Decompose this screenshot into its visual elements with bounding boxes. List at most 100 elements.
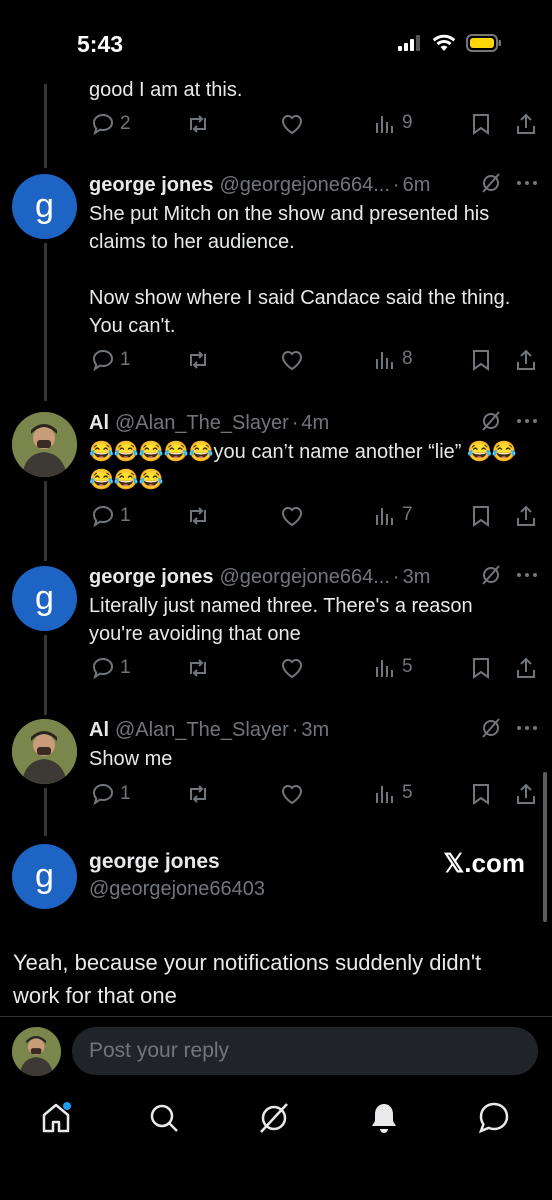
grok-icon[interactable] [480, 172, 502, 194]
avatar[interactable]: g [12, 844, 77, 909]
repost-button[interactable] [185, 112, 211, 136]
share-button[interactable] [514, 782, 538, 806]
repost-button[interactable] [185, 348, 211, 372]
tab-notifications[interactable] [366, 1100, 402, 1136]
wifi-icon [432, 34, 456, 52]
views-icon [375, 504, 397, 526]
author-handle[interactable]: @Alan_The_Slayer [115, 412, 289, 435]
author-handle[interactable]: @georgejone664... [219, 566, 389, 589]
reply-icon [91, 782, 115, 806]
home-icon [38, 1100, 74, 1136]
post-actions: 1 8 [89, 348, 539, 378]
views-button[interactable]: 8 [375, 348, 413, 370]
status-bar: 5:43 [0, 0, 552, 80]
share-icon [514, 348, 538, 372]
search-icon [146, 1100, 182, 1136]
reply-button[interactable]: 1 [91, 782, 131, 806]
post-header: george jones @georgejone664... · 6m [89, 170, 538, 200]
repost-button[interactable] [185, 656, 211, 680]
bookmark-button[interactable] [470, 112, 492, 136]
like-button[interactable] [279, 504, 305, 528]
reply-button[interactable]: 2 [91, 112, 131, 136]
post-text: good I am at this. [89, 79, 243, 101]
post-header: george jones @georgejone664... · 3m [89, 562, 538, 592]
more-icon[interactable] [516, 724, 538, 732]
author-handle[interactable]: @georgejone66403 [89, 878, 265, 901]
reply-icon [91, 348, 115, 372]
heart-icon [279, 112, 305, 136]
avatar[interactable] [12, 412, 77, 477]
post-text: Literally just named three. There's a re… [89, 595, 479, 645]
heart-icon [279, 656, 305, 680]
reply-button[interactable]: 1 [91, 504, 131, 528]
like-button[interactable] [279, 782, 305, 806]
bookmark-button[interactable] [470, 782, 492, 806]
author-handle[interactable]: @Alan_The_Slayer [115, 719, 289, 742]
views-button[interactable]: 5 [375, 782, 413, 804]
more-icon[interactable] [516, 179, 538, 187]
reply-input[interactable]: Post your reply [72, 1027, 538, 1075]
share-button[interactable] [514, 504, 538, 528]
author-name[interactable]: george jones [89, 850, 220, 874]
grok-icon [256, 1100, 292, 1136]
views-button[interactable]: 5 [375, 656, 413, 678]
repost-button[interactable] [185, 504, 211, 528]
scrollbar[interactable] [543, 772, 547, 922]
like-button[interactable] [279, 656, 305, 680]
bookmark-button[interactable] [470, 656, 492, 680]
reply-count: 1 [120, 349, 131, 370]
grok-icon[interactable] [480, 564, 502, 586]
tab-search[interactable] [146, 1100, 182, 1136]
reply-button[interactable]: 1 [91, 348, 131, 372]
heart-icon [279, 348, 305, 372]
author-handle[interactable]: @georgejone664... [219, 174, 389, 197]
grok-icon[interactable] [480, 717, 502, 739]
like-button[interactable] [279, 112, 305, 136]
post[interactable]: Al @Alan_The_Slayer · 4m 😂😂😂😂😂you can’t … [0, 408, 552, 538]
post[interactable]: g george jones @georgejone664... · 3m Li… [0, 562, 552, 692]
author-name[interactable]: Al [89, 719, 109, 742]
avatar[interactable]: g [12, 566, 77, 631]
avatar[interactable] [12, 719, 77, 784]
repost-button[interactable] [185, 782, 211, 806]
messages-icon [476, 1100, 512, 1136]
avatar[interactable]: g [12, 174, 77, 239]
views-button[interactable]: 7 [375, 504, 413, 526]
author-name[interactable]: Al [89, 412, 109, 435]
like-button[interactable] [279, 348, 305, 372]
reply-button[interactable]: 1 [91, 656, 131, 680]
grok-icon[interactable] [480, 410, 502, 432]
more-icon[interactable] [516, 571, 538, 579]
share-icon [514, 112, 538, 136]
author-name[interactable]: george jones [89, 174, 213, 197]
more-icon[interactable] [516, 417, 538, 425]
author-name[interactable]: george jones [89, 566, 213, 589]
bookmark-button[interactable] [470, 504, 492, 528]
post-fragment[interactable]: good I am at this. 2 9 [0, 74, 552, 154]
share-button[interactable] [514, 348, 538, 372]
post-actions: 1 5 [89, 782, 539, 812]
share-button[interactable] [514, 112, 538, 136]
repost-icon [185, 504, 211, 528]
views-count: 5 [402, 782, 413, 803]
post[interactable]: Al @Alan_The_Slayer · 3m Show me 1 5 [0, 715, 552, 815]
tab-grok[interactable] [256, 1100, 292, 1136]
main-post[interactable]: g george jones @georgejone66403 𝕏.com Ye… [0, 844, 552, 1014]
reply-icon [91, 112, 115, 136]
reply-bar: Post your reply [0, 1016, 552, 1085]
profile-photo-icon [12, 412, 77, 477]
own-avatar[interactable] [12, 1027, 61, 1076]
x-logo: 𝕏.com [443, 848, 525, 878]
tab-messages[interactable] [476, 1100, 512, 1136]
heart-icon [279, 782, 305, 806]
post[interactable]: g george jones @georgejone664... · 6m Sh… [0, 170, 552, 390]
post-time: 6m [402, 173, 431, 196]
bookmark-icon [470, 348, 492, 372]
bookmark-button[interactable] [470, 348, 492, 372]
tab-home[interactable] [38, 1100, 74, 1136]
share-button[interactable] [514, 656, 538, 680]
reply-icon [91, 504, 115, 528]
views-count: 9 [402, 112, 413, 133]
views-button[interactable]: 9 [375, 112, 413, 134]
post-text: Show me [89, 748, 173, 770]
